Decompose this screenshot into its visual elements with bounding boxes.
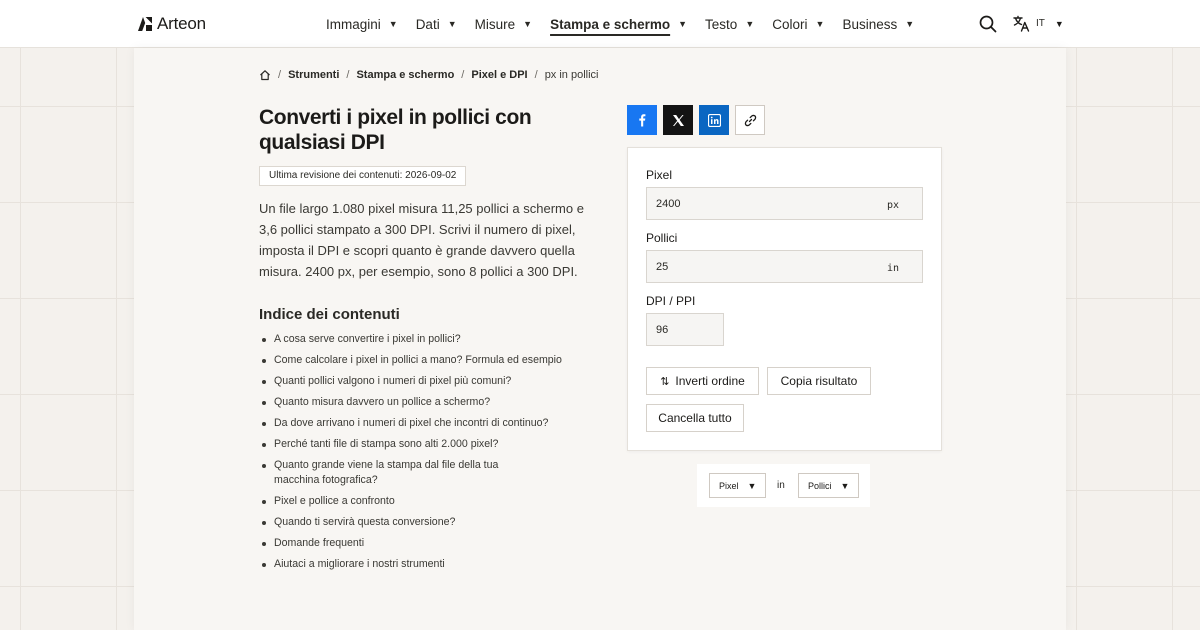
chevron-down-icon: ▼ <box>1054 18 1064 29</box>
breadcrumb-separator: / <box>346 69 350 81</box>
from-unit-select[interactable]: Pixel ▼ <box>709 473 767 498</box>
from-unit-value: Pixel <box>719 480 739 491</box>
pixel-input[interactable] <box>647 188 867 219</box>
arteon-logo-icon <box>138 17 152 31</box>
inches-field: in <box>646 250 923 283</box>
toc-item[interactable]: A cosa serve convertire i pixel in polli… <box>259 332 579 347</box>
language-code: IT <box>1036 18 1045 29</box>
nav-item-label: Business <box>842 16 898 32</box>
toc-item[interactable]: Come calcolare i pixel in pollici a mano… <box>259 353 579 368</box>
toc-item[interactable]: Aiutaci a migliorare i nostri strumenti <box>259 557 579 572</box>
chevron-down-icon: ▼ <box>815 19 825 29</box>
brand-name: Arteon <box>157 14 206 33</box>
linkedin-icon <box>707 113 721 127</box>
chevron-down-icon: ▼ <box>905 19 915 29</box>
toc-item[interactable]: Da dove arrivano i numeri di pixel che i… <box>259 416 579 431</box>
nav-item-misure[interactable]: Misure ▼ <box>475 0 532 48</box>
language-switcher[interactable]: IT ▼ <box>1013 15 1064 32</box>
dpi-field <box>646 313 724 346</box>
breadcrumb-current: px in pollici <box>544 69 599 81</box>
page-title: Converti i pixel in pollici con qualsias… <box>259 106 532 154</box>
clear-all-label: Cancella tutto <box>658 411 732 425</box>
share-bar <box>627 105 765 135</box>
dpi-label: DPI / PPI <box>646 294 696 308</box>
breadcrumb-separator: / <box>278 69 282 81</box>
nav-item-immagini[interactable]: Immagini ▼ <box>326 0 398 48</box>
main-content: / Strumenti / Stampa e schermo / Pixel e… <box>134 48 1066 630</box>
inches-unit: in <box>886 263 899 274</box>
nav-item-stampa-e-schermo[interactable]: Stampa e schermo ▼ <box>550 0 687 48</box>
top-navigation-bar: Arteon Immagini ▼ Dati ▼ Misure ▼ Stampa e … <box>0 0 1200 48</box>
copy-link-button[interactable] <box>735 105 765 135</box>
nav-item-label: Colori <box>772 16 808 32</box>
unit-connector: in <box>777 480 785 491</box>
breadcrumb: / Strumenti / Stampa e schermo / Pixel e… <box>259 69 599 81</box>
nav-item-label: Misure <box>474 16 516 32</box>
toc-item[interactable]: Quanto misura davvero un pollice a scher… <box>259 395 579 410</box>
nav-item-business[interactable]: Business ▼ <box>842 0 914 48</box>
pixel-unit: px <box>886 200 899 211</box>
nav-item-dati[interactable]: Dati ▼ <box>416 0 457 48</box>
nav-item-label: Immagini <box>326 16 381 32</box>
breadcrumb-separator: / <box>461 69 465 81</box>
intro-paragraph: Un file largo 1.080 pixel misura 11,25 p… <box>259 201 584 279</box>
breadcrumb-item-pixel-e-dpi[interactable]: Pixel e DPI <box>471 69 527 81</box>
search-icon <box>979 15 997 33</box>
chevron-down-icon: ▼ <box>447 19 457 29</box>
breadcrumb-item-strumenti[interactable]: Strumenti <box>288 69 339 81</box>
nav-item-colori[interactable]: Colori ▼ <box>772 0 824 48</box>
table-of-contents: A cosa serve convertire i pixel in polli… <box>259 332 579 578</box>
chevron-down-icon: ▼ <box>523 19 533 29</box>
dpi-input[interactable] <box>647 314 717 345</box>
chevron-down-icon: ▼ <box>388 19 398 29</box>
x-icon <box>672 114 684 126</box>
chevron-down-icon: ▼ <box>745 19 755 29</box>
toc-item[interactable]: Quando ti servirà questa conversione? <box>259 515 579 530</box>
toc-item[interactable]: Pixel e pollice a confronto <box>259 494 579 509</box>
pixel-field: px <box>646 187 923 220</box>
main-nav: Immagini ▼ Dati ▼ Misure ▼ Stampa e schermo… <box>326 0 932 48</box>
breadcrumb-item-stampa-e-schermo[interactable]: Stampa e schermo <box>356 69 454 81</box>
to-unit-select[interactable]: Pollici ▼ <box>798 473 860 498</box>
toc-item[interactable]: Perché tanti file di stampa sono alti 2.… <box>259 437 579 452</box>
home-icon[interactable] <box>259 69 271 81</box>
nav-item-testo[interactable]: Testo ▼ <box>705 0 754 48</box>
copy-result-button[interactable]: Copia risultato <box>767 367 871 395</box>
nav-item-label: Dati <box>415 16 440 32</box>
facebook-icon <box>639 114 646 127</box>
share-linkedin-button[interactable] <box>699 105 729 135</box>
chevron-down-icon: ▼ <box>840 480 850 491</box>
breadcrumb-separator: / <box>534 69 538 81</box>
toc-item[interactable]: Quanto grande viene la stampa dal file d… <box>259 458 514 488</box>
share-facebook-button[interactable] <box>627 105 657 135</box>
share-x-button[interactable] <box>663 105 693 135</box>
chevron-down-icon: ▼ <box>747 480 757 491</box>
revision-badge: Ultima revisione dei contenuti: 2026-09-… <box>259 166 467 186</box>
copy-result-label: Copia risultato <box>780 374 858 388</box>
swap-arrows-icon: ⇅ <box>660 375 670 388</box>
translate-icon <box>1013 15 1030 32</box>
toc-title: Indice dei contenuti <box>259 306 400 323</box>
converter-panel: Pixel px Pollici in DPI / PPI ⇅ Inverti … <box>627 147 942 451</box>
toc-item[interactable]: Domande frequenti <box>259 536 579 551</box>
link-icon <box>744 114 756 126</box>
nav-item-label: Stampa e schermo <box>550 16 671 32</box>
pixel-label: Pixel <box>646 168 673 182</box>
toc-item[interactable]: Quanti pollici valgono i numeri di pixel… <box>259 374 579 389</box>
unit-selector-bar: Pixel ▼ in Pollici ▼ <box>697 464 870 507</box>
brand-logo[interactable]: Arteon <box>137 14 206 34</box>
swap-order-label: Inverti ordine <box>675 374 745 388</box>
search-button[interactable] <box>979 15 997 33</box>
to-unit-value: Pollici <box>808 480 832 491</box>
chevron-down-icon: ▼ <box>678 19 688 29</box>
nav-item-label: Testo <box>705 16 738 32</box>
swap-order-button[interactable]: ⇅ Inverti ordine <box>646 367 759 395</box>
inches-input[interactable] <box>647 251 867 282</box>
inches-label: Pollici <box>646 231 678 245</box>
clear-all-button[interactable]: Cancella tutto <box>646 404 744 432</box>
